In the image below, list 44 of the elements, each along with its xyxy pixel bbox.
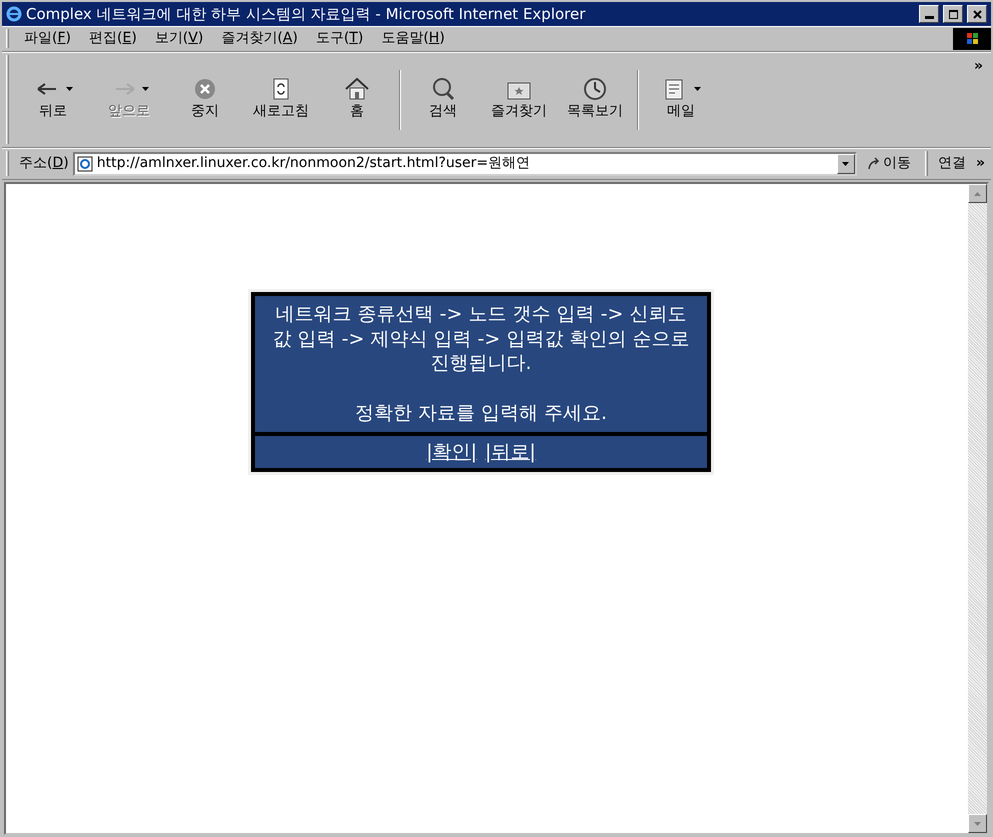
menu-item[interactable]: 보기(V): [146, 26, 212, 51]
scroll-up-button[interactable]: [968, 184, 987, 203]
more-chevron[interactable]: »: [970, 153, 991, 174]
maximize-icon: [948, 8, 958, 20]
close-icon: [972, 8, 982, 20]
go-arrow-icon: [866, 156, 881, 170]
window-title: Complex 네트워크에 대한 하부 시스템의 자료입력 - Microsoft Internet Explorer: [26, 4, 586, 25]
menu-item[interactable]: 도움말(H): [372, 26, 454, 51]
menu-item[interactable]: 파일(F): [15, 26, 80, 51]
up-arrow-icon: [974, 192, 981, 196]
search-button[interactable]: 검색: [405, 75, 481, 124]
page-icon: [76, 156, 93, 172]
address-field[interactable]: http://amlnxer.linuxer.co.kr/nonmoon2/start.html?user=원해연: [96, 153, 833, 174]
back-button[interactable]: 뒤로: [15, 75, 91, 124]
address-bar[interactable]: http://amlnxer.linuxer.co.kr/nonmoon2/start.html?user=원해연: [72, 152, 857, 176]
menu-item[interactable]: 즐겨찾기(A): [212, 26, 307, 51]
browser-icon: [6, 6, 22, 22]
favorites-button[interactable]: 즐겨찾기: [481, 75, 557, 124]
link[interactable]: |확인|: [426, 438, 477, 466]
notice-message: 네트워크 종류선택 -> 노드 갯수 입력 -> 신뢰도값 입력 -> 제약식 입력 -> 입력값 확인의 순으로 진행됩니다.: [272, 302, 690, 376]
dropdown-button[interactable]: [836, 154, 855, 174]
menu-item[interactable]: 편집(E): [80, 26, 146, 51]
minimize-button[interactable]: [919, 5, 939, 23]
clock-icon: [581, 77, 609, 101]
stop-button[interactable]: 중지: [167, 75, 243, 124]
close-button[interactable]: [967, 5, 987, 23]
home-icon: [343, 77, 371, 101]
go-button[interactable]: 이동: [860, 153, 917, 174]
links-label[interactable]: 연결: [938, 153, 966, 174]
scroll-down-button[interactable]: [968, 814, 987, 833]
link[interactable]: |뒤로|: [485, 438, 536, 466]
menu-item[interactable]: 도구(T): [306, 26, 372, 51]
mail-button[interactable]: 메일: [643, 75, 719, 124]
refresh-button[interactable]: 새로고침: [243, 75, 319, 124]
dropdown-caret-icon: [842, 162, 850, 166]
down-arrow-icon: [974, 822, 981, 826]
history-button[interactable]: 목록보기: [557, 75, 633, 124]
address-label: 주소(D): [19, 154, 69, 173]
windows-logo-icon: [953, 28, 991, 50]
home-button[interactable]: 홈: [319, 75, 395, 124]
maximize-button[interactable]: [943, 5, 963, 23]
minimize-icon: [924, 16, 934, 19]
notice-note: 정확한 자료를 입력해 주세요.: [354, 401, 608, 426]
more-chevron[interactable]: »: [966, 52, 991, 81]
